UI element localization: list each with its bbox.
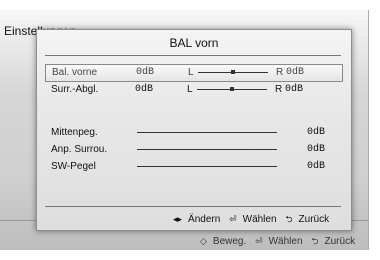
move-icon: ◇ [200,236,207,246]
back-icon: ⮌ [285,214,293,224]
bal-vorn-dialog: BAL vorn Bal. vorne 0dB L R 0dB Surr.-Ab… [36,29,352,231]
right-value: 0dB [285,84,304,95]
dialog-title: BAL vorn [169,36,219,50]
right-value: 0dB [286,67,305,78]
row-label: Mittenpeg. [51,127,98,138]
row-label: Surr.-Abgl. [51,84,99,95]
surround-balance-row[interactable]: Surr.-Abgl. 0dB L R 0dB [45,82,341,98]
right-letter: R [275,84,283,95]
left-value: 0dB [136,67,155,78]
level-value: 0dB [306,127,325,138]
subwoofer-level-row[interactable]: SW-Pegel 0dB [45,159,341,175]
level-slider-track[interactable] [137,132,277,133]
enter-icon: ⏎ [229,214,237,224]
back-hint: Zurück [298,214,330,225]
row-label: Bal. vorne [52,67,98,78]
left-letter: L [187,84,193,95]
footer-divider [45,206,341,207]
background-footer: ◇ Beweg. ⏎ Wählen ⮌ Zurück [200,234,361,250]
level-value: 0dB [306,144,325,155]
dialog-footer: ◂▸ Ändern ⏎ Wählen ⮌ Zurück [173,212,335,228]
row-label: SW-Pegel [51,161,96,172]
left-right-arrows-icon: ◂▸ [173,214,183,224]
surround-level-row[interactable]: Anp. Surrou. 0dB [45,142,341,158]
level-value: 0dB [306,161,325,172]
move-hint: Beweg. [212,236,247,247]
select-hint: Wählen [268,236,303,247]
balance-front-row[interactable]: Bal. vorne 0dB L R 0dB [45,64,343,82]
left-value: 0dB [135,84,154,95]
enter-icon: ⏎ [255,236,263,246]
center-level-row[interactable]: Mittenpeg. 0dB [45,125,341,141]
change-hint: Ändern [188,214,221,225]
back-icon: ⮌ [311,236,319,246]
title-divider [45,55,341,56]
select-hint: Wählen [242,214,277,225]
back-hint: Zurück [324,236,356,247]
level-slider-track[interactable] [137,149,277,150]
left-letter: L [188,67,194,78]
balance-slider-knob[interactable] [230,87,234,91]
balance-slider-knob[interactable] [231,70,235,74]
level-slider-track[interactable] [137,166,277,167]
row-label: Anp. Surrou. [51,144,108,155]
right-letter: R [276,67,284,78]
